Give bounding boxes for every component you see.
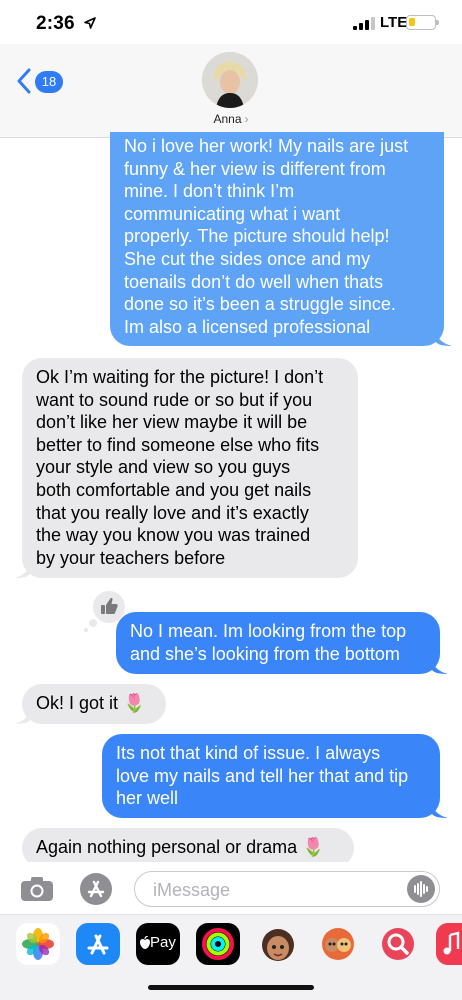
- contact-name: Anna: [213, 112, 242, 126]
- music-icon[interactable]: [436, 923, 462, 965]
- cellular-signal-icon: [353, 17, 375, 30]
- message-bubble-sent[interactable]: Its not that kind of issue. I always lov…: [102, 734, 440, 818]
- home-indicator[interactable]: [148, 985, 314, 990]
- chevron-right-icon: ›: [244, 112, 249, 126]
- bubble-tail: [436, 332, 452, 346]
- message-placeholder: iMessage: [153, 880, 231, 900]
- contact-avatar[interactable]: [202, 52, 258, 108]
- battery-fill: [409, 18, 415, 26]
- conversation-header: 18 Anna ›: [0, 44, 462, 138]
- camera-icon[interactable]: [20, 876, 54, 902]
- activity-icon[interactable]: [196, 923, 240, 965]
- chevron-left-icon: [17, 68, 31, 94]
- app-store-icon[interactable]: [78, 872, 114, 906]
- unread-count-badge: 18: [35, 71, 63, 93]
- message-bubble-sent[interactable]: No I mean. Im looking from the top and s…: [116, 612, 440, 674]
- photos-icon[interactable]: [16, 923, 60, 965]
- memoji-stickers-icon[interactable]: [316, 923, 360, 965]
- location-arrow-icon: [84, 17, 96, 29]
- apple-pay-label: Pay: [150, 934, 176, 951]
- search-images-icon[interactable]: [376, 923, 420, 965]
- app-store-icon[interactable]: [76, 923, 120, 965]
- waveform-icon: [414, 881, 428, 897]
- message-bubble-received[interactable]: Ok! I got it 🌷: [22, 684, 166, 724]
- network-type: LTE: [380, 14, 408, 31]
- memoji-icon[interactable]: [256, 923, 300, 965]
- bubble-tail: [432, 804, 448, 818]
- apple-pay-icon[interactable]: Pay: [136, 923, 180, 965]
- compose-bar: iMessage: [0, 862, 462, 914]
- message-bubble-sent[interactable]: No i love her work! My nails are just fu…: [110, 132, 444, 346]
- battery-icon: [406, 15, 439, 30]
- bubble-tail: [14, 564, 30, 578]
- bubble-tail: [432, 660, 448, 674]
- back-button[interactable]: 18: [14, 66, 74, 96]
- message-input[interactable]: iMessage: [134, 871, 440, 907]
- audio-waveform-button[interactable]: [407, 875, 435, 903]
- status-bar: 2:36 LTE: [0, 0, 462, 50]
- status-time: 2:36: [36, 13, 75, 34]
- bubble-tail: [14, 710, 30, 724]
- contact-name-row[interactable]: Anna ›: [0, 112, 462, 126]
- message-bubble-received[interactable]: Ok I’m waiting for the picture! I don’t …: [22, 358, 358, 578]
